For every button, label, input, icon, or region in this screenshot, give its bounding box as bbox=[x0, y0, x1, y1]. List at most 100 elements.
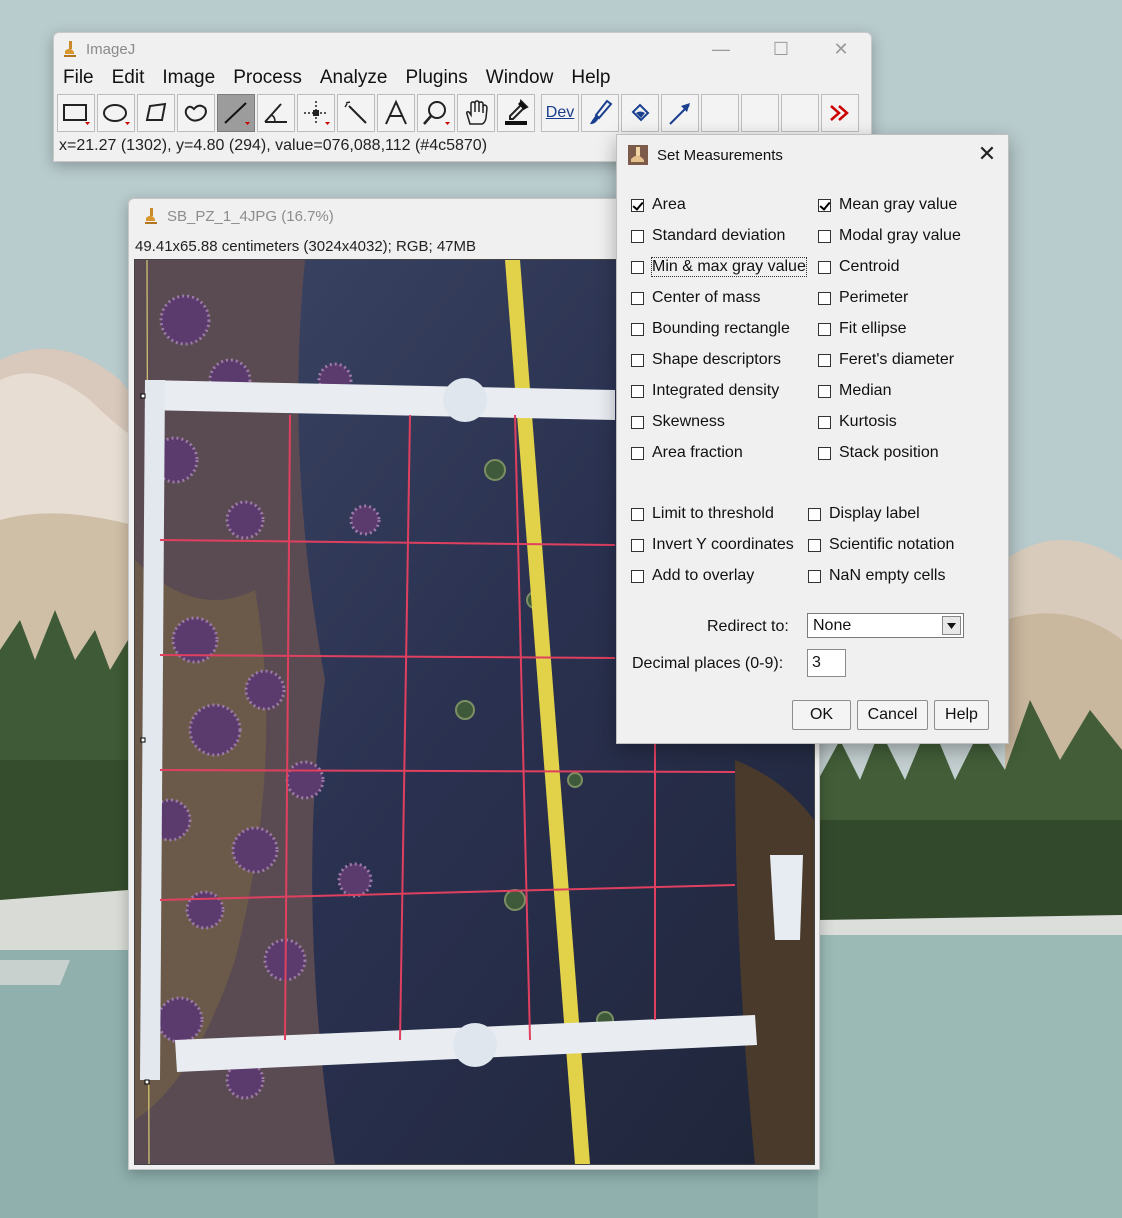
checkbox-kurtosis[interactable]: Kurtosis bbox=[818, 413, 897, 431]
arrow-icon bbox=[669, 103, 690, 125]
checkbox-modal-gray-value[interactable]: Modal gray value bbox=[818, 227, 961, 245]
checkbox-mark[interactable] bbox=[808, 569, 821, 583]
freehand-tool[interactable] bbox=[177, 94, 215, 132]
checkbox-mark[interactable] bbox=[631, 353, 644, 367]
checkbox-mark[interactable] bbox=[631, 569, 644, 583]
microscope-icon bbox=[145, 208, 157, 224]
checkbox-area[interactable]: Area bbox=[631, 196, 686, 214]
checkbox-mark[interactable] bbox=[818, 446, 831, 460]
checkbox-centroid[interactable]: Centroid bbox=[818, 258, 899, 276]
angle-icon bbox=[264, 103, 287, 123]
checkbox-integrated-density[interactable]: Integrated density bbox=[631, 382, 779, 400]
point-tool[interactable] bbox=[297, 94, 335, 132]
straight-line-tool[interactable] bbox=[217, 94, 255, 132]
redirect-value: None bbox=[813, 617, 852, 634]
checkbox-mark[interactable] bbox=[631, 384, 644, 398]
checkbox-display-label[interactable]: Display label bbox=[808, 505, 920, 523]
checkbox-mark[interactable] bbox=[818, 291, 831, 305]
rectangle-tool[interactable] bbox=[57, 94, 95, 132]
checkbox-nan-empty-cells[interactable]: NaN empty cells bbox=[808, 567, 945, 585]
angle-tool[interactable] bbox=[257, 94, 295, 132]
menu-process[interactable]: Process bbox=[224, 66, 311, 90]
checkbox-label: Feret's diameter bbox=[839, 351, 955, 368]
checkbox-mark[interactable] bbox=[631, 446, 644, 460]
checkbox-mark[interactable] bbox=[808, 538, 821, 552]
checkbox-center-of-mass[interactable]: Center of mass bbox=[631, 289, 760, 307]
checkbox-shape-descriptors[interactable]: Shape descriptors bbox=[631, 351, 781, 369]
checkbox-mark[interactable] bbox=[631, 507, 644, 521]
wand-tool[interactable] bbox=[337, 94, 375, 132]
paintbrush-tool[interactable] bbox=[581, 94, 619, 132]
arrow-tool[interactable] bbox=[661, 94, 699, 132]
checkbox-label: Area bbox=[652, 196, 686, 213]
text-tool[interactable] bbox=[377, 94, 415, 132]
checkbox-mean-gray-value[interactable]: Mean gray value bbox=[818, 196, 957, 214]
ok-button[interactable]: OK bbox=[792, 700, 851, 730]
magnifying-glass-tool[interactable] bbox=[417, 94, 455, 132]
dialog-title-bar: Set Measurements bbox=[627, 144, 783, 166]
checkbox-mark[interactable] bbox=[631, 415, 644, 429]
menu-image[interactable]: Image bbox=[153, 66, 224, 90]
dropdown-arrow-icon[interactable] bbox=[942, 616, 961, 635]
checkbox-mark[interactable] bbox=[818, 229, 831, 243]
checkbox-add-to-overlay[interactable]: Add to overlay bbox=[631, 567, 754, 585]
checkbox-limit-to-threshold[interactable]: Limit to threshold bbox=[631, 505, 774, 523]
checkbox-ferets-diameter[interactable]: Feret's diameter bbox=[818, 351, 954, 369]
flood-fill-tool[interactable] bbox=[621, 94, 659, 132]
polygon-tool[interactable] bbox=[137, 94, 175, 132]
checkbox-label: Invert Y coordinates bbox=[652, 536, 794, 553]
dialog-close-button[interactable]: ✕ bbox=[974, 141, 1000, 167]
checkbox-label: Scientific notation bbox=[829, 536, 955, 553]
checkbox-invert-y-coordinates[interactable]: Invert Y coordinates bbox=[631, 536, 794, 554]
checkbox-mark[interactable] bbox=[631, 538, 644, 552]
help-button[interactable]: Help bbox=[934, 700, 989, 730]
redirect-select[interactable]: None bbox=[807, 613, 964, 638]
color-picker-tool[interactable] bbox=[497, 94, 535, 132]
checkbox-scientific-notation[interactable]: Scientific notation bbox=[808, 536, 954, 554]
checkbox-mark[interactable] bbox=[631, 260, 644, 274]
maximize-button[interactable]: ☐ bbox=[751, 33, 811, 65]
checkbox-bounding-rectangle[interactable]: Bounding rectangle bbox=[631, 320, 790, 338]
brush-icon bbox=[590, 99, 613, 125]
checkbox-mark[interactable] bbox=[818, 384, 831, 398]
checkbox-min-max-gray-value[interactable]: Min & max gray value bbox=[631, 257, 807, 277]
checkbox-mark[interactable] bbox=[818, 353, 831, 367]
checkbox-mark[interactable] bbox=[631, 322, 644, 336]
menu-analyze[interactable]: Analyze bbox=[311, 66, 397, 90]
checkbox-mark[interactable] bbox=[631, 229, 644, 243]
empty-tool-slot-3 bbox=[781, 94, 819, 132]
text-icon bbox=[385, 99, 407, 125]
checkbox-fit-ellipse[interactable]: Fit ellipse bbox=[818, 320, 907, 338]
scrolling-tool[interactable] bbox=[457, 94, 495, 132]
checkbox-label: Center of mass bbox=[652, 289, 761, 306]
menu-file[interactable]: File bbox=[54, 66, 103, 90]
oval-icon bbox=[103, 104, 130, 125]
menu-plugins[interactable]: Plugins bbox=[396, 66, 476, 90]
more-tools-button[interactable] bbox=[821, 94, 859, 132]
minimize-button[interactable]: — bbox=[691, 33, 751, 65]
checkbox-perimeter[interactable]: Perimeter bbox=[818, 289, 908, 307]
checkbox-mark[interactable] bbox=[808, 507, 821, 521]
image-title: SB_PZ_1_4JPG (16.7%) bbox=[167, 207, 334, 225]
checkbox-skewness[interactable]: Skewness bbox=[631, 413, 725, 431]
checkbox-mark[interactable] bbox=[818, 415, 831, 429]
checkbox-label: Kurtosis bbox=[839, 413, 897, 430]
checkbox-standard-deviation[interactable]: Standard deviation bbox=[631, 227, 785, 245]
menu-help[interactable]: Help bbox=[562, 66, 619, 90]
menu-edit[interactable]: Edit bbox=[103, 66, 154, 90]
freehand-icon bbox=[184, 104, 207, 122]
checkbox-mark[interactable] bbox=[631, 291, 644, 305]
checkbox-mark[interactable] bbox=[818, 322, 831, 336]
cancel-button[interactable]: Cancel bbox=[857, 700, 928, 730]
oval-tool[interactable] bbox=[97, 94, 135, 132]
decimal-places-input[interactable] bbox=[807, 649, 846, 677]
checkbox-mark[interactable] bbox=[818, 260, 831, 274]
checkbox-mark[interactable] bbox=[631, 198, 644, 212]
checkbox-mark[interactable] bbox=[818, 198, 831, 212]
menu-window[interactable]: Window bbox=[477, 66, 563, 90]
checkbox-stack-position[interactable]: Stack position bbox=[818, 444, 939, 462]
checkbox-area-fraction[interactable]: Area fraction bbox=[631, 444, 743, 462]
close-button[interactable]: ✕ bbox=[811, 33, 871, 65]
checkbox-median[interactable]: Median bbox=[818, 382, 891, 400]
developer-menu[interactable]: Dev bbox=[541, 94, 579, 132]
